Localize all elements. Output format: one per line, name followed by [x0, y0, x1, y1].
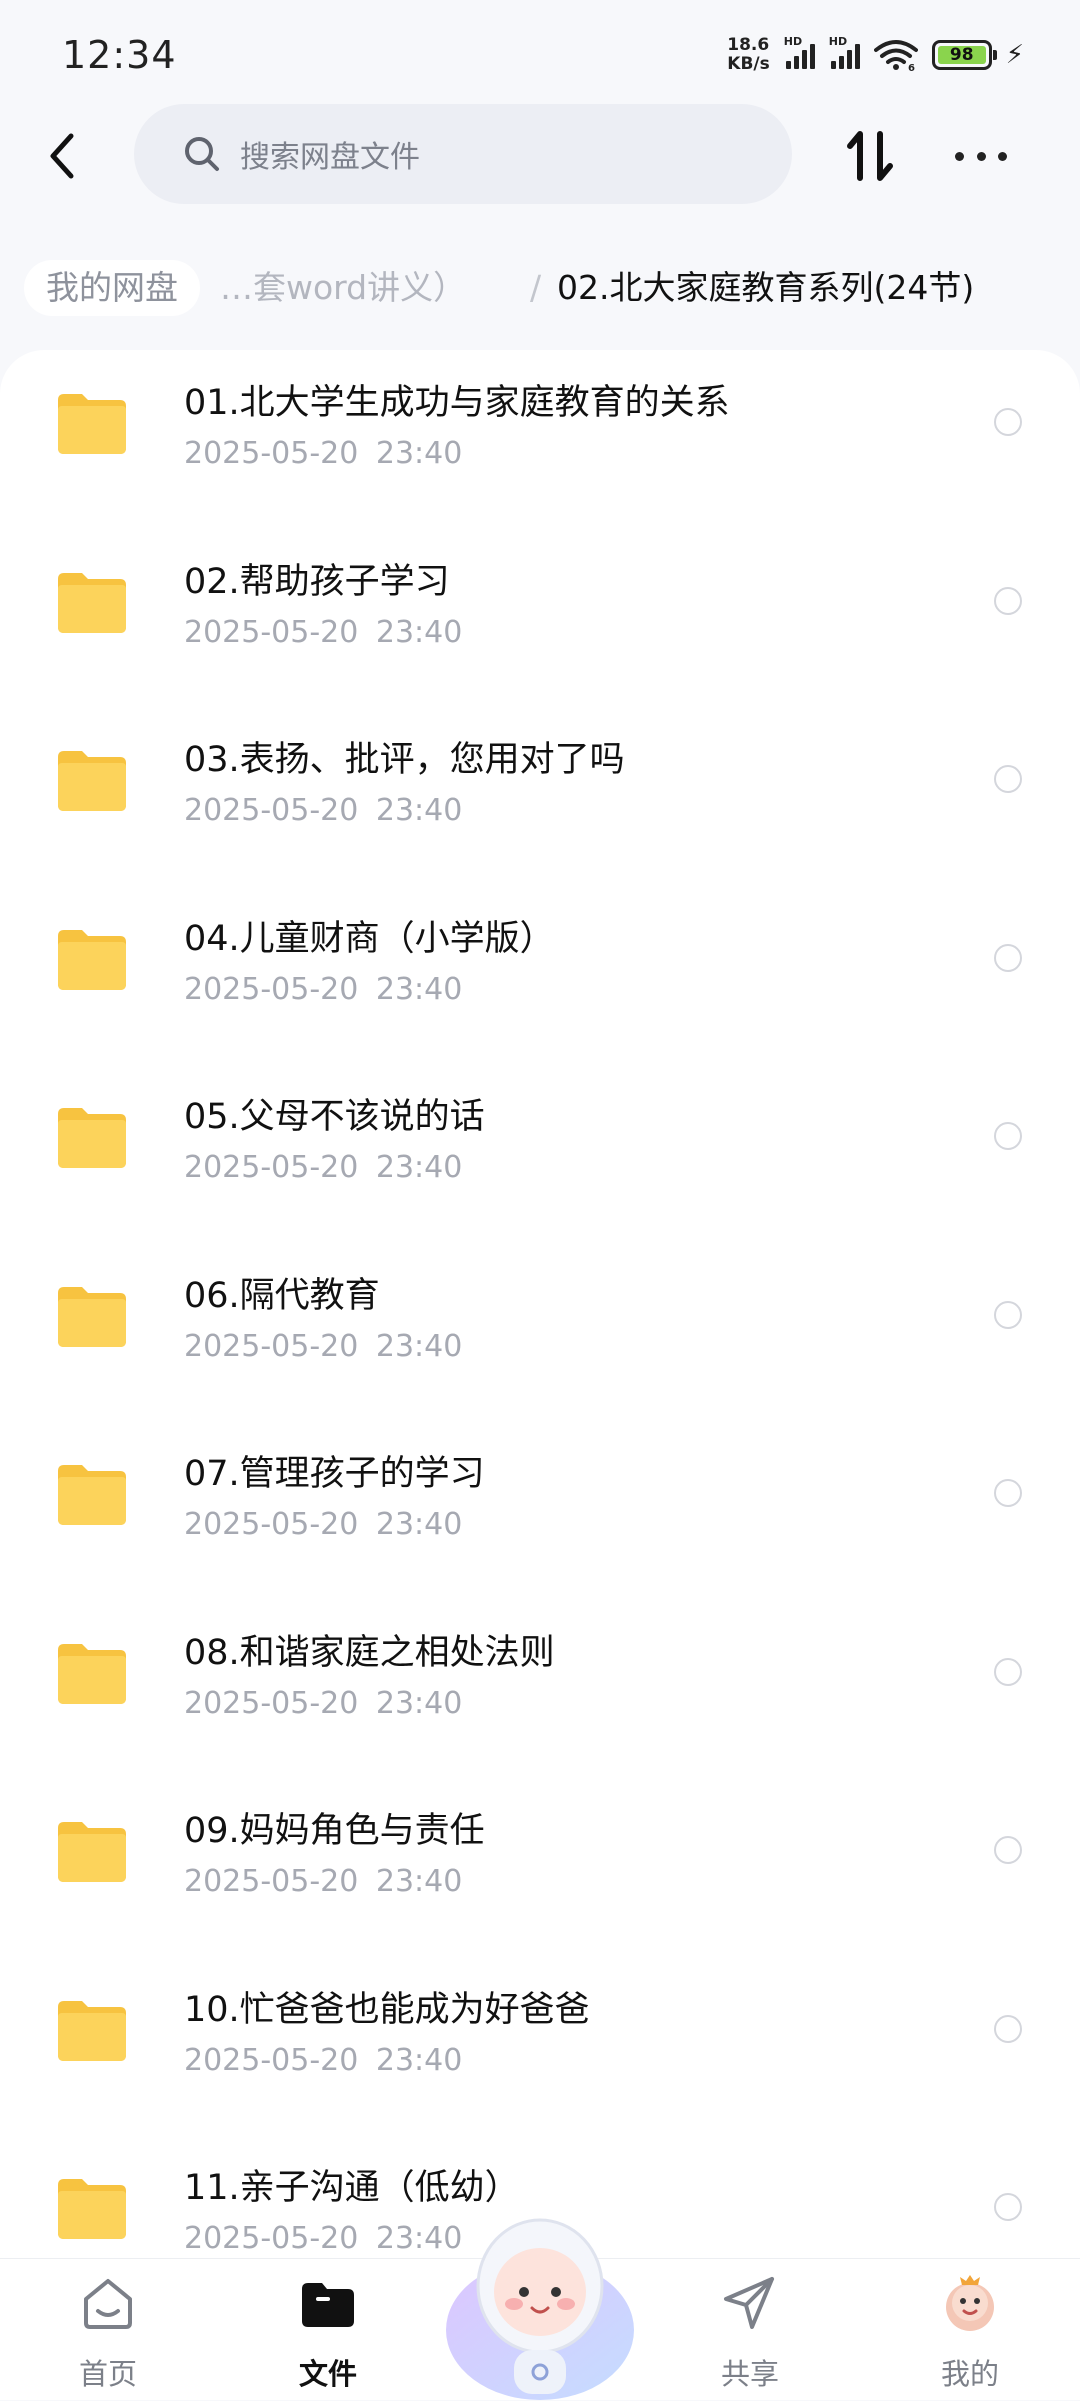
select-checkbox[interactable]	[994, 1657, 1022, 1686]
breadcrumb: 我的网盘 …套word讲义） / 02.北大家庭教育系列(24节)	[0, 248, 1080, 328]
file-date: 2025-05-20 23:40	[184, 1328, 463, 1364]
select-checkbox[interactable]	[994, 586, 1022, 615]
nav-home-label: 首页	[78, 2357, 137, 2391]
avatar-icon	[946, 2275, 994, 2331]
file-row[interactable]: 06.隔代教育 2025-05-20 23:40	[0, 1243, 1080, 1421]
file-row[interactable]: 05.父母不该说的话 2025-05-20 23:40	[0, 1064, 1080, 1242]
network-speed-value: 18.6	[727, 35, 770, 55]
network-speed-unit: KB/s	[727, 54, 770, 74]
file-name: 03.表扬、批评，您用对了吗	[184, 740, 625, 780]
status-indicators: 18.6 KB/s HD HD 6 98 ⚡	[727, 35, 1024, 74]
search-input[interactable]: 搜索网盘文件	[134, 104, 792, 204]
folder-icon	[58, 572, 126, 633]
nav-files[interactable]: 文件	[258, 2259, 398, 2401]
send-icon	[724, 2277, 774, 2329]
file-name: 09.妈妈角色与责任	[184, 1811, 485, 1851]
nav-files-label: 文件	[298, 2357, 357, 2391]
folder-icon	[58, 1465, 126, 1525]
sim1-hd-label: HD	[783, 35, 803, 48]
folder-icon	[302, 2283, 354, 2327]
breadcrumb-current: 02.北大家庭教育系列(24节)	[557, 268, 975, 307]
file-name: 08.和谐家庭之相处法则	[184, 1632, 555, 1673]
nav-mine-label: 我的	[940, 2357, 999, 2391]
file-date: 2025-05-20 23:40	[184, 971, 463, 1007]
file-name: 05.父母不该说的话	[184, 1097, 485, 1137]
status-time: 12:34	[62, 33, 177, 77]
folder-icon	[58, 751, 126, 811]
file-date: 2025-05-20 23:40	[184, 1864, 463, 1899]
file-list: 01.北大学生成功与家庭教育的关系 2025-05-20 23:40 02.帮助孩子…	[0, 350, 1080, 2260]
file-name: 01.北大学生成功与家庭教育的关系	[184, 383, 730, 423]
folder-icon	[58, 1108, 126, 1168]
select-checkbox[interactable]	[994, 2014, 1022, 2043]
folder-icon	[58, 1286, 126, 1347]
nav-home[interactable]: 首页	[38, 2259, 178, 2401]
file-name: 10.忙爸爸也能成为好爸爸	[184, 1989, 590, 2030]
nav-share-label: 共享	[720, 2357, 779, 2391]
top-bar: 搜索网盘文件	[0, 104, 1080, 206]
file-name: 07.管理孩子的学习	[184, 1454, 485, 1494]
back-arrow-icon	[50, 133, 74, 179]
battery-level: 98	[937, 46, 986, 64]
breadcrumb-separator: /	[530, 268, 542, 307]
file-date: 2025-05-20 23:40	[184, 614, 463, 650]
breadcrumb-root[interactable]: 我的网盘	[24, 260, 200, 316]
folder-icon	[58, 929, 126, 990]
search-placeholder: 搜索网盘文件	[240, 140, 420, 175]
sim2-hd-label: HD	[828, 35, 848, 48]
file-date: 2025-05-20 23:40	[184, 2221, 463, 2256]
status-bar: 12:34 18.6 KB/s HD HD 6 98 ⚡	[0, 0, 1080, 110]
more-dot-icon	[976, 151, 986, 161]
file-row[interactable]: 08.和谐家庭之相处法则 2025-05-20 23:40	[0, 1600, 1080, 1778]
select-checkbox[interactable]	[994, 2193, 1022, 2221]
file-row[interactable]: 04.儿童财商（小学版） 2025-05-20 23:40	[0, 886, 1080, 1064]
select-checkbox[interactable]	[994, 943, 1022, 972]
file-date: 2025-05-20 23:40	[184, 436, 463, 471]
select-checkbox[interactable]	[994, 408, 1022, 436]
file-row[interactable]: 03.表扬、批评，您用对了吗 2025-05-20 23:40	[0, 707, 1080, 885]
file-row[interactable]: 07.管理孩子的学习 2025-05-20 23:40	[0, 1421, 1080, 1599]
file-date: 2025-05-20 23:40	[184, 1150, 463, 1185]
file-date: 2025-05-20 23:40	[184, 1507, 463, 1542]
nav-mine[interactable]: 我的	[900, 2259, 1040, 2401]
sort-icon[interactable]	[840, 126, 900, 186]
file-date: 2025-05-20 23:40	[184, 1685, 463, 1721]
battery-icon: 98	[931, 40, 997, 70]
search-icon	[185, 137, 219, 171]
folder-icon	[58, 2179, 126, 2239]
assistant-mascot-icon[interactable]	[444, 2200, 636, 2400]
file-date: 2025-05-20 23:40	[184, 2042, 463, 2078]
more-dot-icon	[955, 151, 964, 161]
wifi-icon: 6	[873, 40, 918, 72]
select-checkbox[interactable]	[994, 765, 1022, 793]
file-row[interactable]: 10.忙爸爸也能成为好爸爸 2025-05-20 23:40	[0, 1957, 1080, 2135]
file-row[interactable]: 02.帮助孩子学习 2025-05-20 23:40	[0, 529, 1080, 707]
breadcrumb-parent[interactable]: …套word讲义）	[220, 262, 466, 314]
file-name: 06.隔代教育	[184, 1275, 380, 1316]
folder-icon	[58, 394, 126, 454]
home-icon	[84, 2279, 132, 2329]
select-checkbox[interactable]	[994, 1300, 1022, 1329]
file-date: 2025-05-20 23:40	[184, 793, 463, 828]
file-name: 04.儿童财商（小学版）	[184, 918, 555, 959]
signal-sim2-icon: HD	[829, 35, 860, 69]
back-button[interactable]	[34, 126, 90, 186]
file-name: 02.帮助孩子学习	[184, 561, 450, 602]
charging-icon: ⚡	[1005, 40, 1024, 70]
signal-sim1-icon: HD	[784, 35, 815, 69]
folder-icon	[58, 2000, 126, 2061]
more-options-button[interactable]	[950, 126, 1012, 186]
folder-icon	[58, 1643, 126, 1704]
select-checkbox[interactable]	[994, 1479, 1022, 1507]
wifi-6-label: 6	[908, 63, 915, 72]
file-row[interactable]: 01.北大学生成功与家庭教育的关系 2025-05-20 23:40	[0, 350, 1080, 528]
folder-icon	[58, 1822, 126, 1882]
file-row[interactable]: 09.妈妈角色与责任 2025-05-20 23:40	[0, 1778, 1080, 1956]
network-speed: 18.6 KB/s	[727, 36, 769, 74]
more-dot-icon	[998, 151, 1007, 161]
select-checkbox[interactable]	[994, 1836, 1022, 1864]
select-checkbox[interactable]	[994, 1122, 1022, 1150]
nav-share[interactable]: 共享	[680, 2259, 820, 2401]
